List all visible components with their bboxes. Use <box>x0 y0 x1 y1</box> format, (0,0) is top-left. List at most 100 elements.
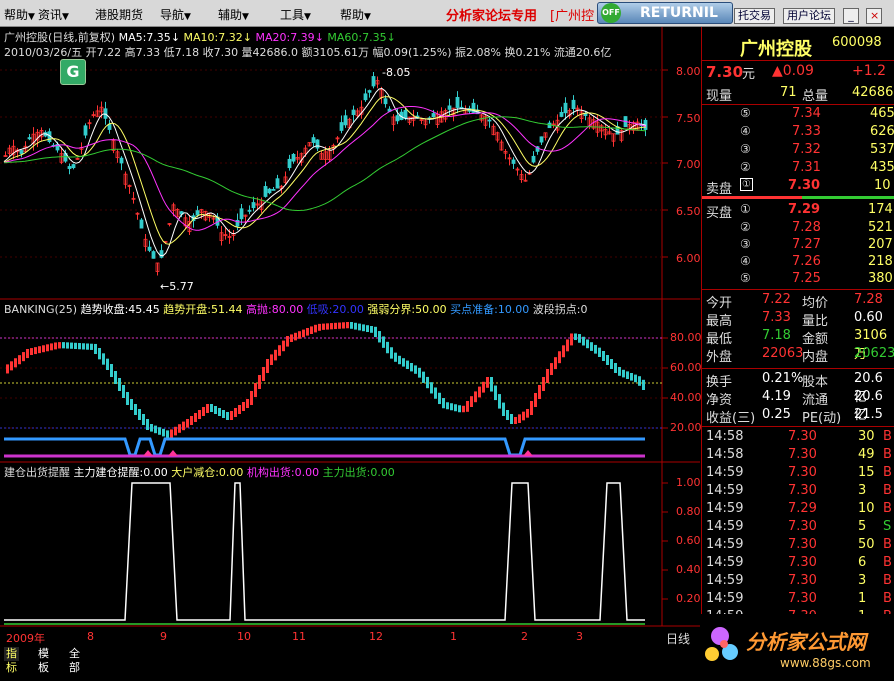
trend-bar <box>226 412 229 420</box>
minimize-button[interactable]: _ <box>843 8 859 24</box>
trend-bar <box>318 323 321 331</box>
trend-bar <box>514 417 517 424</box>
tab-all[interactable]: 全部 <box>67 647 82 674</box>
stock-tab[interactable]: [广州控 <box>550 5 594 24</box>
trend-bar <box>406 360 409 369</box>
trend-bar <box>310 326 313 334</box>
big-reduce-label: 大户减仓:0.00 <box>171 466 244 479</box>
trend-bar <box>430 382 433 394</box>
g-logo-icon[interactable]: G <box>60 59 86 85</box>
stock-name: 广州控股 <box>740 39 812 60</box>
menu-item-help-left[interactable]: 帮助▼ <box>4 6 35 23</box>
trend-bar <box>382 336 385 348</box>
bid1-row: 买盘 ① 7.29 174 <box>702 202 894 221</box>
tick-price: 7.30 <box>788 573 817 588</box>
trend-bar <box>174 426 177 436</box>
trend-bar <box>506 410 509 420</box>
price-row: 7.30 元 ▲0.09 +1.2 <box>702 63 894 83</box>
ask-index: ② <box>740 160 751 174</box>
stat-label: 金额 <box>802 332 829 347</box>
stat-label: 股本 <box>802 375 829 390</box>
menu-item-navigation[interactable]: 导航▼ <box>160 6 191 23</box>
trend-bar <box>614 363 617 373</box>
menu-item-news[interactable]: 资讯▼ <box>38 6 69 23</box>
candle-body <box>539 136 544 143</box>
tick-time: 14:59 <box>706 519 744 534</box>
bid-vol: 218 <box>868 254 893 269</box>
alert-legend: 建仓出货提醒 主力建仓提醒:0.00 大户减仓:0.00 机构出货:0.00 主… <box>4 464 395 480</box>
trend-bar <box>242 402 245 411</box>
trend-bar <box>158 427 161 435</box>
tab-template[interactable]: 模板 <box>36 647 51 674</box>
close-icon[interactable]: × <box>866 8 882 24</box>
chart-area[interactable]: 广州控股(日线,前复权) MA5:7.35↓ MA10:7.32↓ MA20:7… <box>0 27 702 647</box>
trend-bar <box>150 424 153 432</box>
candle-body <box>151 251 156 259</box>
quote-panel: 广州控股 600098 7.30 元 ▲0.09 +1.2 现量 71 总量 4… <box>701 27 894 678</box>
stat-value: 7.22 <box>762 292 791 307</box>
trend-bar <box>170 429 173 438</box>
menu-item-tools[interactable]: 工具▼ <box>280 6 311 23</box>
stat-value: 22063 <box>762 346 804 361</box>
candle-body <box>315 139 320 149</box>
ask-bid-bar-red <box>702 196 802 199</box>
stock-header: 广州控股 600098 <box>702 35 894 60</box>
stat-row: 净资 4.19 流通 20.6亿 <box>702 389 894 423</box>
candle-body <box>395 115 400 122</box>
main-build-pulse <box>4 482 645 621</box>
candle-body <box>275 178 280 189</box>
ask1-index: ① <box>740 178 753 191</box>
ma10-line <box>3 96 647 245</box>
ask-row: ⑤ 7.34 465 <box>702 106 894 123</box>
trend-bar <box>590 342 593 351</box>
trend-bar <box>362 324 365 332</box>
trend-bar <box>458 405 461 413</box>
trend-bar <box>266 359 269 373</box>
tick-time: 14:58 <box>706 447 744 462</box>
candle-body <box>367 90 372 93</box>
bid-price: 7.26 <box>792 254 821 269</box>
ma-lines <box>3 87 647 257</box>
menu-item-hk-futures[interactable]: 港股期货 <box>95 6 143 23</box>
trend-bar <box>138 409 141 420</box>
ask-index: ③ <box>740 142 751 156</box>
menu-item-assist[interactable]: 辅助▼ <box>218 6 249 23</box>
banking-legend: BANKING(25) 趋势收盘:45.45 趋势开盘:51.44 高抛:80.… <box>4 301 588 317</box>
ask-price: 7.32 <box>792 142 821 157</box>
bid-price: 7.25 <box>792 271 821 286</box>
off-toggle-icon[interactable]: OFF <box>601 3 621 23</box>
menu-item-help[interactable]: 帮助▼ <box>340 6 371 23</box>
trend-bar <box>390 347 393 359</box>
trend-bar <box>246 399 249 408</box>
tick-price: 7.30 <box>788 429 817 444</box>
trend-bar <box>294 332 297 341</box>
banking-title: BANKING(25) <box>4 303 78 316</box>
returnil-button[interactable]: OFF RETURNIL <box>597 2 733 24</box>
high-price-label: -8.05 <box>382 66 411 79</box>
candle-body <box>147 246 152 251</box>
trade-button[interactable]: 托交易 <box>734 8 775 24</box>
stat-value: 7.33 <box>762 310 791 325</box>
tick-side: B <box>883 501 892 516</box>
stat-label: 收益(三) <box>706 411 756 426</box>
candle-body <box>139 219 144 229</box>
tick-side: B <box>883 483 892 498</box>
forum-button[interactable]: 用户论坛 <box>783 8 835 24</box>
trend-bar <box>90 343 93 350</box>
tab-indicator[interactable]: 指标 <box>4 647 19 674</box>
stat-row: 换手 0.21% 股本 20.6亿 <box>702 371 894 405</box>
tick-vol: 5 <box>858 519 867 534</box>
trend-bar <box>554 357 557 370</box>
trend-bar <box>66 342 69 349</box>
trend-bar <box>326 323 329 330</box>
y-tick-ind1: 80.00 <box>670 331 702 344</box>
trend-bar <box>154 425 157 434</box>
trend-bar <box>546 369 549 383</box>
bid-vol: 521 <box>868 220 893 235</box>
split-label: 强弱分界:50.00 <box>367 303 447 316</box>
trend-bar <box>74 342 77 350</box>
period-label[interactable]: 日线 <box>666 630 690 647</box>
ask-price: 7.33 <box>792 124 821 139</box>
trend-bar <box>198 410 201 419</box>
trend-bar <box>146 419 149 430</box>
